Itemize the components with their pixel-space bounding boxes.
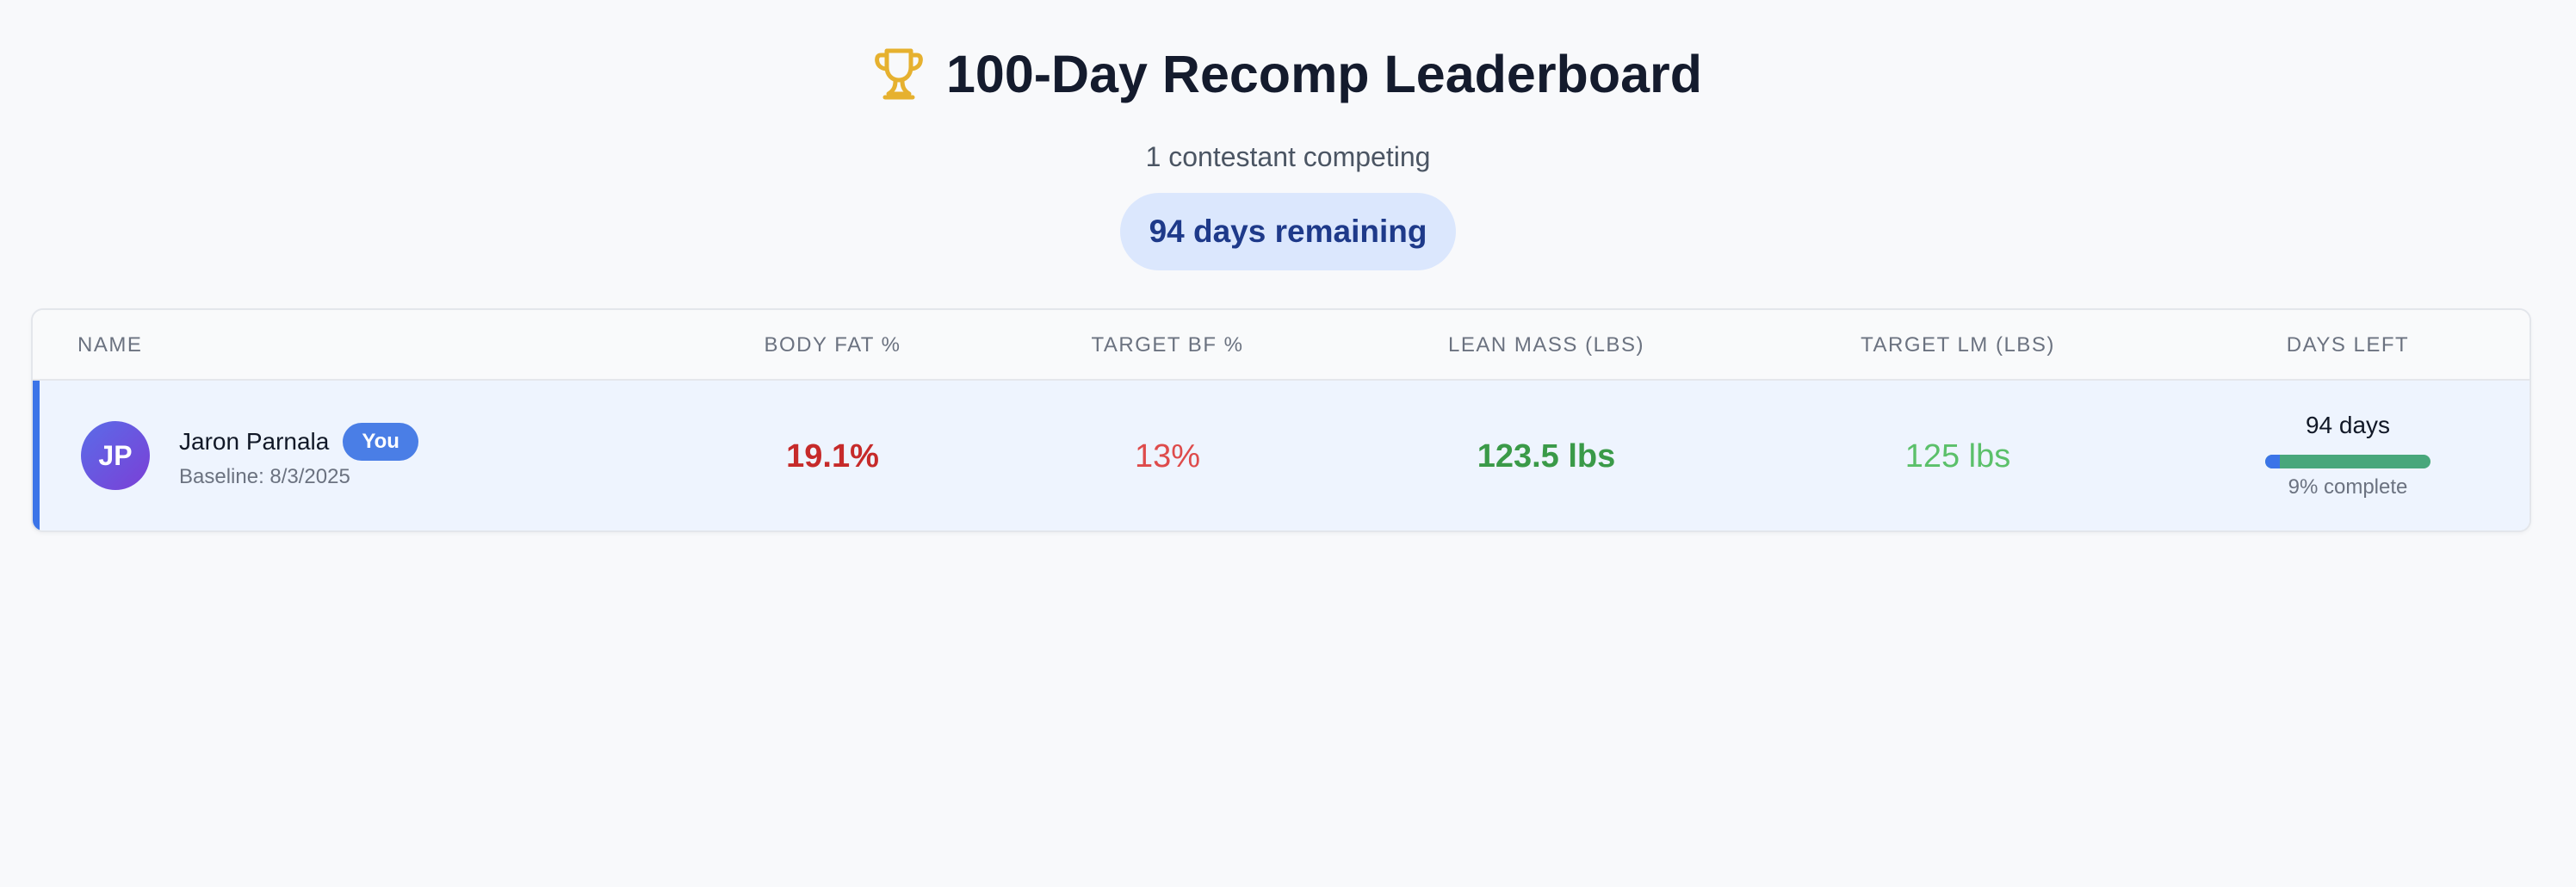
challenge-progress-fill	[2265, 455, 2281, 468]
leaderboard-table: NAME BODY FAT % TARGET BF % LEAN MASS (L…	[31, 308, 2531, 532]
column-header-body-fat[interactable]: BODY FAT %	[764, 310, 901, 381]
leaderboard-header: 100-Day Recomp Leaderboard 1 contestant …	[0, 38, 2576, 270]
leaderboard-page: 100-Day Recomp Leaderboard 1 contestant …	[0, 0, 2576, 887]
trophy-icon	[874, 47, 924, 102]
you-badge: You	[343, 423, 418, 461]
column-header-days-left[interactable]: DAYS LEFT	[2287, 310, 2409, 381]
target-lm-value: 125 lbs	[1904, 438, 2011, 475]
column-header-target-lm[interactable]: TARGET LM (LBS)	[1861, 310, 2055, 381]
baseline-date: Baseline: 8/3/2025	[179, 465, 350, 488]
body-fat-value: 19.1%	[786, 438, 879, 475]
title-row: 100-Day Recomp Leaderboard	[874, 38, 1702, 110]
contestant-name: Jaron Parnala	[179, 428, 330, 455]
avatar: JP	[81, 421, 150, 490]
challenge-progress-bar	[2265, 455, 2430, 468]
contestant-info: Jaron Parnala You Baseline: 8/3/2025	[179, 422, 418, 489]
table-header: NAME BODY FAT % TARGET BF % LEAN MASS (L…	[33, 310, 2530, 381]
days-remaining-badge: 94 days remaining	[1119, 193, 1457, 270]
page-title: 100-Day Recomp Leaderboard	[945, 45, 1703, 103]
target-bf-value: 13%	[1134, 438, 1201, 475]
progress-label: 9% complete	[2288, 475, 2408, 499]
contestant-count: 1 contestant competing	[1145, 141, 1431, 172]
column-header-name[interactable]: NAME	[77, 310, 142, 381]
days-left-cell: 94 days 9% complete	[2253, 410, 2443, 499]
current-user-highlight	[33, 381, 40, 530]
column-header-lean-mass[interactable]: LEAN MASS (LBS)	[1448, 310, 1644, 381]
column-header-target-bf[interactable]: TARGET BF %	[1092, 310, 1244, 381]
days-left-value: 94 days	[2305, 412, 2391, 438]
table-row[interactable]: JP Jaron Parnala You Baseline: 8/3/2025 …	[33, 381, 2530, 530]
lean-mass-value: 123.5 lbs	[1477, 438, 1616, 475]
